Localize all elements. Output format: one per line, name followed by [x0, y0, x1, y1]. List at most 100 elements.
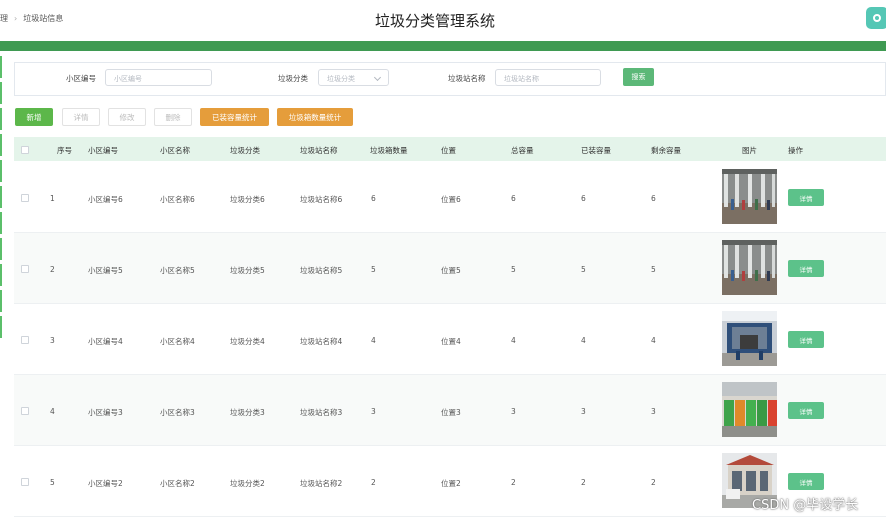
table-row: 1 小区编号6 小区名称6 垃圾分类6 垃圾站名称6 6 位置6 6 6 6 详… — [14, 162, 886, 233]
cell-remaining-capacity: 5 — [651, 265, 656, 274]
cell-community-code: 小区编号2 — [88, 479, 123, 488]
category-select-value: 垃圾分类 — [327, 75, 355, 83]
sidebar-edge — [0, 212, 2, 234]
sidebar-edge — [0, 264, 2, 286]
row-checkbox[interactable] — [21, 336, 29, 344]
detail-button[interactable]: 详情 — [62, 108, 100, 126]
column-header: 操作 — [788, 146, 803, 155]
cell-station-name: 垃圾站名称3 — [300, 408, 343, 417]
cell-loaded-capacity: 4 — [581, 336, 586, 345]
cell-remaining-capacity: 2 — [651, 478, 656, 487]
cell-bin-count: 3 — [371, 407, 376, 416]
row-checkbox[interactable] — [21, 194, 29, 202]
add-button[interactable]: 新增 — [15, 108, 53, 126]
cell-location: 位置5 — [441, 266, 461, 275]
cell-bin-count: 4 — [371, 336, 376, 345]
row-detail-button[interactable]: 详情 — [788, 260, 824, 277]
cell-category: 垃圾分类3 — [230, 408, 265, 417]
cell-index: 1 — [50, 194, 55, 203]
breadcrumb-separator-icon: › — [14, 14, 18, 23]
cell-category: 垃圾分类2 — [230, 479, 265, 488]
table-row: 4 小区编号3 小区名称3 垃圾分类3 垃圾站名称3 3 位置3 3 3 3 详… — [14, 375, 886, 446]
watermark: CSDN @毕设学长 — [752, 498, 859, 513]
column-header: 剩余容量 — [651, 146, 681, 155]
column-header: 图片 — [742, 146, 757, 155]
cell-remaining-capacity: 4 — [651, 336, 656, 345]
cell-remaining-capacity: 3 — [651, 407, 656, 416]
top-bar: 理 › 垃圾站信息 垃圾分类管理系统 — [0, 0, 886, 40]
row-detail-button[interactable]: 详情 — [788, 189, 824, 206]
cell-total-capacity: 4 — [511, 336, 516, 345]
cell-station-name: 垃圾站名称2 — [300, 479, 343, 488]
column-header: 小区名称 — [160, 146, 190, 155]
chevron-down-icon — [373, 73, 382, 82]
cell-total-capacity: 5 — [511, 265, 516, 274]
user-avatar[interactable] — [866, 7, 886, 29]
garbage-hall-photo[interactable] — [722, 240, 777, 295]
sidebar-edge — [0, 108, 2, 130]
row-detail-button[interactable]: 详情 — [788, 473, 824, 490]
cell-community-name: 小区名称6 — [160, 195, 195, 204]
row-checkbox[interactable] — [21, 478, 29, 486]
column-header: 已装容量 — [581, 146, 611, 155]
cell-loaded-capacity: 3 — [581, 407, 586, 416]
row-detail-button[interactable]: 详情 — [788, 331, 824, 348]
sidebar-edge — [0, 134, 2, 156]
cell-community-code: 小区编号3 — [88, 408, 123, 417]
cell-location: 位置6 — [441, 195, 461, 204]
sidebar-edge — [0, 186, 2, 208]
bin-count-stats-button[interactable]: 垃圾箱数量统计 — [277, 108, 353, 126]
column-header: 垃圾分类 — [230, 146, 260, 155]
cell-category: 垃圾分类4 — [230, 337, 265, 346]
community-code-label: 小区编号 — [66, 74, 96, 83]
category-label: 垃圾分类 — [278, 74, 308, 83]
row-checkbox[interactable] — [21, 265, 29, 273]
breadcrumb-parent[interactable]: 理 — [0, 14, 8, 23]
cell-community-name: 小区名称5 — [160, 266, 195, 275]
sidebar-edge — [0, 290, 2, 312]
header-green-band — [0, 41, 886, 51]
cell-community-code: 小区编号4 — [88, 337, 123, 346]
station-name-input[interactable]: 垃圾站名称 — [495, 69, 601, 86]
edit-button[interactable]: 修改 — [108, 108, 146, 126]
category-select[interactable]: 垃圾分类 — [318, 69, 389, 86]
column-header: 垃圾站名称 — [300, 146, 338, 155]
table-row: 3 小区编号4 小区名称4 垃圾分类4 垃圾站名称4 4 位置4 4 4 4 详… — [14, 304, 886, 375]
cell-index: 5 — [50, 478, 55, 487]
avatar-icon — [873, 14, 881, 22]
green-bins-photo[interactable] — [722, 382, 777, 437]
cell-bin-count: 5 — [371, 265, 376, 274]
cell-location: 位置3 — [441, 408, 461, 417]
cell-community-name: 小区名称4 — [160, 337, 195, 346]
cell-category: 垃圾分类6 — [230, 195, 265, 204]
station-name-label: 垃圾站名称 — [448, 74, 486, 83]
community-code-input[interactable]: 小区编号 — [105, 69, 212, 86]
cell-loaded-capacity: 2 — [581, 478, 586, 487]
cell-community-name: 小区名称2 — [160, 479, 195, 488]
delete-button[interactable]: 删除 — [154, 108, 192, 126]
column-header: 小区编号 — [88, 146, 118, 155]
row-checkbox[interactable] — [21, 407, 29, 415]
loaded-capacity-stats-button[interactable]: 已装容量统计 — [200, 108, 269, 126]
search-button[interactable]: 搜索 — [623, 68, 654, 86]
select-all-checkbox[interactable] — [21, 146, 29, 154]
cell-bin-count: 6 — [371, 194, 376, 203]
sidebar-edge — [0, 160, 2, 182]
breadcrumb-current: 垃圾站信息 — [23, 14, 64, 23]
cell-station-name: 垃圾站名称4 — [300, 337, 343, 346]
cell-community-name: 小区名称3 — [160, 408, 195, 417]
garbage-hall-photo[interactable] — [722, 169, 777, 224]
cell-index: 2 — [50, 265, 55, 274]
row-detail-button[interactable]: 详情 — [788, 402, 824, 419]
cell-location: 位置4 — [441, 337, 461, 346]
cell-index: 3 — [50, 336, 55, 345]
table-header: 序号 小区编号 小区名称 垃圾分类 垃圾站名称 垃圾箱数量 位置 总容量 已装容… — [14, 137, 886, 161]
column-header: 垃圾箱数量 — [370, 146, 408, 155]
column-header: 位置 — [441, 146, 456, 155]
cell-loaded-capacity: 5 — [581, 265, 586, 274]
cell-total-capacity: 2 — [511, 478, 516, 487]
sidebar-edge — [0, 56, 2, 78]
compactor-station-photo[interactable] — [722, 311, 777, 366]
cell-station-name: 垃圾站名称5 — [300, 266, 343, 275]
column-header: 总容量 — [511, 146, 534, 155]
